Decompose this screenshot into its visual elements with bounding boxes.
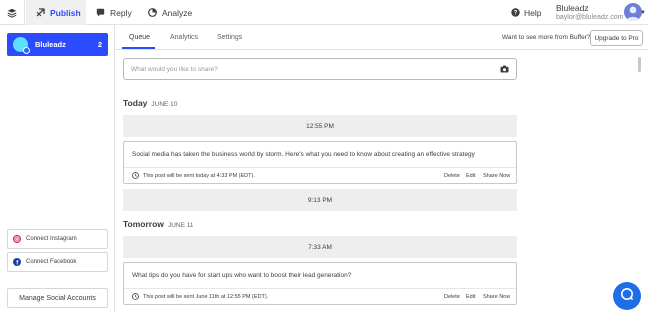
profile-avatar (13, 37, 30, 54)
facebook-icon: f (13, 258, 21, 266)
empty-time-slot[interactable]: 7:33 AM (123, 236, 517, 258)
edit-button[interactable]: Edit (466, 289, 475, 304)
connect-instagram-label: Connect Instagram (26, 236, 77, 242)
share-now-button[interactable]: Share Now (483, 289, 510, 304)
svg-text:?: ? (514, 11, 518, 17)
clock-icon (132, 293, 139, 300)
twitter-badge-icon (23, 47, 30, 54)
chevron-down-icon[interactable]: ▼ (640, 10, 646, 16)
empty-time-slot[interactable]: 9:13 PM (123, 189, 517, 211)
publish-icon (36, 8, 45, 17)
post-schedule: This post will be sent today at 4:33 PM … (132, 168, 255, 183)
sidebar-profile-bluleadz[interactable]: Bluleadz 2 (7, 33, 108, 56)
account-name: Bluleadz (556, 3, 589, 13)
account-email: baylor@bluleadz.com (556, 14, 624, 21)
day-date: JUNE 10 (151, 101, 178, 108)
nav-tab-label: Publish (50, 7, 81, 18)
post-schedule-text: This post will be sent June 11th at 12:5… (143, 293, 269, 300)
queued-post[interactable]: Social media has taken the business worl… (123, 141, 517, 184)
day-label: Today (123, 98, 148, 108)
post-composer[interactable]: What would you like to share? (123, 58, 517, 80)
profile-queue-count: 2 (97, 40, 102, 49)
post-footer: This post will be sent June 11th at 12:5… (124, 288, 516, 304)
post-schedule: This post will be sent June 11th at 12:5… (132, 289, 268, 304)
chat-support-button[interactable] (613, 282, 641, 310)
nav-tab-analyze[interactable]: Analyze (138, 0, 202, 25)
chat-bubble-icon (620, 287, 634, 306)
day-label: Tomorrow (123, 219, 164, 229)
sidebar: Bluleadz 2 Connect Instagram f Connect F… (0, 25, 115, 312)
nav-tab-label: Reply (110, 7, 132, 18)
day-date: JUNE 11 (167, 222, 194, 229)
edit-button[interactable]: Edit (466, 168, 475, 183)
nav-tab-label: Analyze (162, 7, 193, 18)
nav-tab-publish[interactable]: Publish (26, 0, 86, 25)
share-now-button[interactable]: Share Now (483, 168, 510, 183)
post-footer: This post will be sent today at 4:33 PM … (124, 167, 516, 183)
day-heading-today: Today JUNE 10 (123, 98, 177, 108)
upgrade-promo-text: Want to see more from Buffer? (502, 34, 591, 41)
upgrade-to-pro-button[interactable]: Upgrade to Pro (590, 30, 643, 46)
top-navigation: Publish Reply Analyze ? Help Bluleadz ba… (0, 0, 648, 25)
empty-time-slot[interactable]: 12:55 PM (123, 115, 517, 137)
delete-button[interactable]: Delete (444, 168, 460, 183)
buffer-logo-icon (7, 8, 17, 18)
connect-instagram-button[interactable]: Connect Instagram (7, 229, 108, 249)
buffer-logo[interactable] (0, 0, 25, 25)
profile-name: Bluleadz (35, 40, 66, 49)
analyze-icon (148, 8, 157, 17)
clock-icon (132, 172, 139, 179)
day-heading-tomorrow: Tomorrow JUNE 11 (123, 219, 193, 229)
manage-social-accounts-button[interactable]: Manage Social Accounts (7, 288, 108, 308)
help-label: Help (524, 7, 542, 18)
camera-icon[interactable] (500, 65, 509, 73)
account-info[interactable]: Bluleadz baylor@bluleadz.com (556, 3, 624, 22)
question-circle-icon: ? (511, 8, 520, 17)
nav-tab-reply[interactable]: Reply (86, 0, 142, 25)
connect-facebook-button[interactable]: f Connect Facebook (7, 252, 108, 272)
delete-button[interactable]: Delete (444, 289, 460, 304)
post-schedule-text: This post will be sent today at 4:33 PM … (143, 172, 255, 179)
queued-post[interactable]: What tips do you have for start ups who … (123, 262, 517, 305)
help-menu[interactable]: ? Help (511, 0, 541, 25)
tab-analytics[interactable]: Analytics (170, 25, 198, 50)
active-tab-indicator (122, 47, 155, 49)
composer-placeholder: What would you like to share? (131, 65, 218, 73)
post-text: What tips do you have for start ups who … (132, 272, 352, 279)
tab-settings[interactable]: Settings (217, 25, 242, 50)
connect-facebook-label: Connect Facebook (26, 259, 77, 265)
instagram-icon (13, 235, 21, 243)
reply-icon (96, 8, 105, 17)
post-text: Social media has taken the business worl… (132, 151, 475, 158)
scrollbar[interactable] (638, 57, 641, 72)
